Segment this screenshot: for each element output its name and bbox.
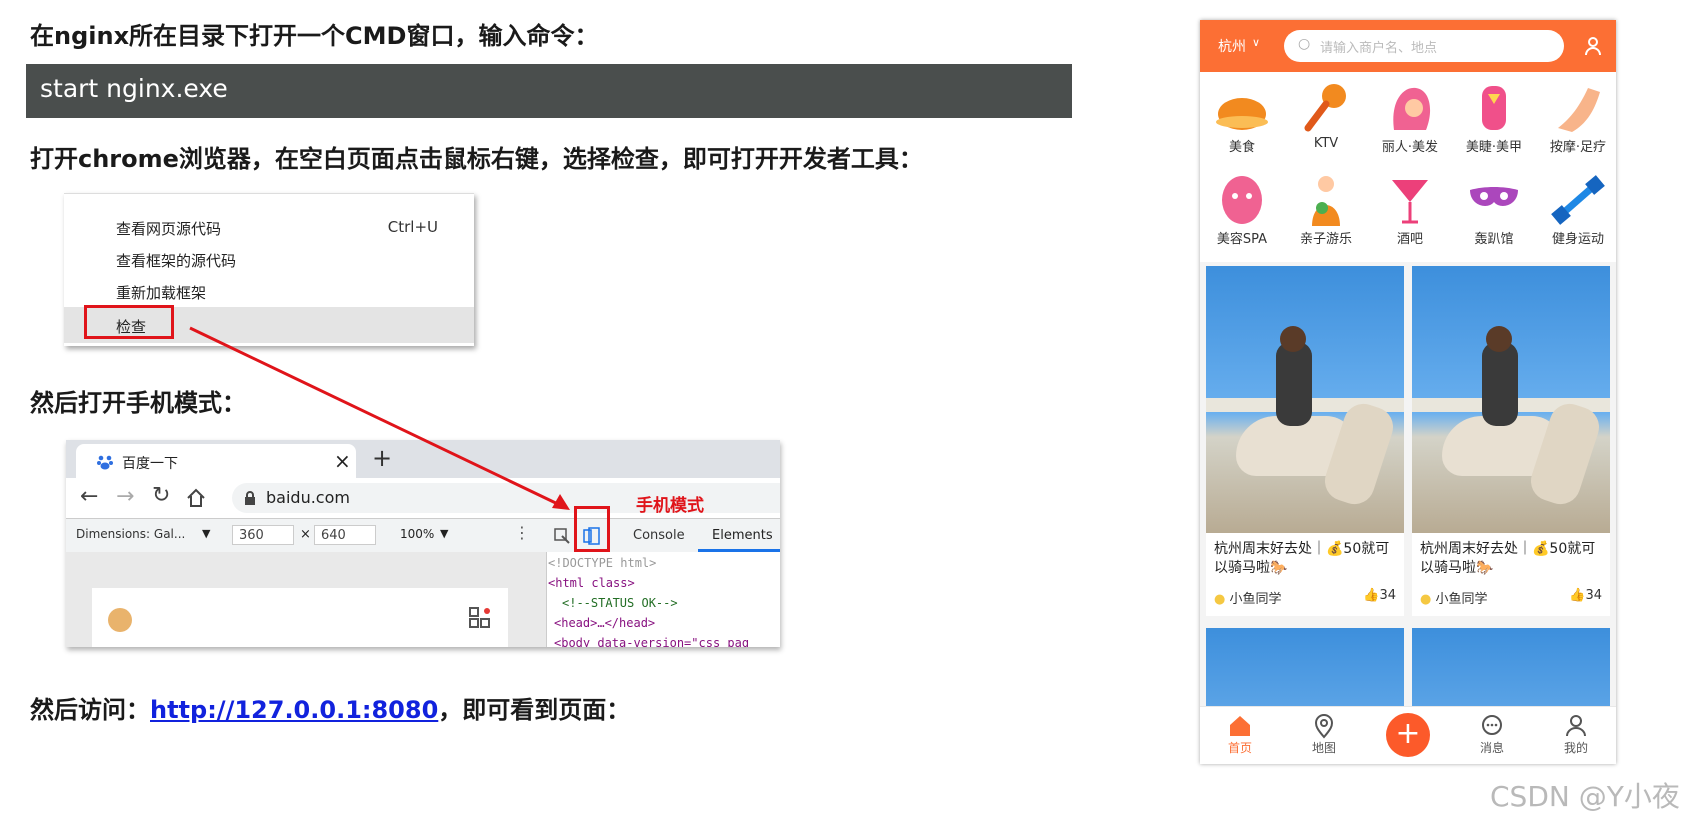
card-image (1412, 266, 1610, 533)
user-icon[interactable] (1584, 36, 1602, 56)
card-image-partial[interactable] (1412, 628, 1610, 706)
nav-label: 首页 (1227, 741, 1252, 755)
home-icon (1230, 716, 1250, 736)
search-placeholder: 请输入商户名、地点 (1320, 41, 1438, 56)
search-input[interactable]: ○ 请输入商户名、地点 (1284, 30, 1564, 62)
card-image (1206, 266, 1404, 533)
roast-chicken-icon (1216, 98, 1268, 130)
category-nails[interactable]: 美睫·美甲 (1452, 80, 1536, 155)
search-icon: ○ (1298, 36, 1311, 52)
microphone-icon (1304, 84, 1346, 132)
dumbbell-icon (1551, 175, 1605, 225)
author-avatar: ● (1214, 592, 1226, 607)
category-fitness[interactable]: 健身运动 (1536, 172, 1616, 247)
category-label: 美容SPA (1216, 232, 1268, 247)
like-number: 34 (1379, 588, 1396, 603)
category-massage[interactable]: 按摩·足疗 (1536, 80, 1616, 155)
nav-home[interactable]: 首页 (1210, 707, 1270, 756)
category-label: 美睫·美甲 (1465, 140, 1523, 155)
thumb-up-icon: 👍 (1569, 588, 1586, 603)
nav-messages[interactable]: 消息 (1462, 707, 1522, 756)
like-count[interactable]: 👍34 (1569, 588, 1602, 603)
chevron-down-icon: ∨ (1252, 36, 1261, 49)
category-ktv[interactable]: KTV (1284, 80, 1368, 151)
step4-suffix: ，即可看到页面： (438, 696, 631, 724)
category-beauty-hair[interactable]: 丽人·美发 (1368, 80, 1452, 155)
blog-card[interactable]: 杭州周末好去处｜💰50就可以骑马啦🐎 ● 小鱼同学 👍34 (1412, 266, 1610, 616)
category-label: 按摩·足疗 (1549, 140, 1607, 155)
watermark: CSDN @Y小夜 (1490, 780, 1680, 813)
bottom-nav: 首页 地图 + 消息 我的 (1200, 706, 1616, 764)
card-title: 杭州周末好去处｜💰50就可以骑马啦🐎 (1214, 541, 1390, 576)
nail-icon (1482, 86, 1506, 130)
map-pin-icon (1314, 714, 1334, 739)
nav-label: 我的 (1563, 741, 1588, 755)
chat-icon (1482, 715, 1502, 735)
thumb-up-icon: 👍 (1363, 588, 1380, 603)
category-label: 亲子游乐 (1299, 232, 1352, 247)
nav-map[interactable]: 地图 (1294, 707, 1354, 756)
card-image-partial[interactable] (1206, 628, 1404, 706)
nav-label: 地图 (1311, 741, 1336, 755)
category-label: 美食 (1228, 140, 1255, 155)
card-footer: ● 小鱼同学 👍34 (1412, 580, 1610, 616)
card-footer: ● 小鱼同学 👍34 (1206, 580, 1404, 616)
add-post-button[interactable]: + (1386, 713, 1430, 757)
card-author: 小鱼同学 (1229, 592, 1282, 607)
category-label: 丽人·美发 (1381, 140, 1439, 155)
category-label: KTV (1313, 136, 1339, 151)
like-count[interactable]: 👍34 (1363, 588, 1396, 603)
party-mask-icon (1470, 187, 1518, 206)
city-selector[interactable]: 杭州 (1218, 36, 1246, 56)
phone-header: 杭州 ∨ ○ 请输入商户名、地点 (1200, 20, 1616, 72)
localhost-link[interactable]: http://127.0.0.1:8080 (150, 696, 438, 724)
phone-preview: 杭州 ∨ ○ 请输入商户名、地点 美食 KTV 丽人·美发 美睫·美甲 按摩·足… (1200, 20, 1616, 764)
parent-child-icon (1312, 176, 1340, 226)
category-label: 轰趴馆 (1474, 232, 1514, 247)
card-author: 小鱼同学 (1435, 592, 1488, 607)
cocktail-icon (1392, 180, 1428, 224)
user-icon (1566, 715, 1586, 737)
category-spa[interactable]: 美容SPA (1200, 172, 1284, 247)
foot-icon (1558, 88, 1600, 132)
nav-profile[interactable]: 我的 (1546, 707, 1606, 756)
step4-heading: 然后访问：http://127.0.0.1:8080，即可看到页面： (30, 690, 630, 725)
card-title: 杭州周末好去处｜💰50就可以骑马啦🐎 (1420, 541, 1596, 576)
category-food[interactable]: 美食 (1200, 80, 1284, 155)
like-number: 34 (1585, 588, 1602, 603)
category-label: 酒吧 (1396, 232, 1423, 247)
category-kids[interactable]: 亲子游乐 (1284, 172, 1368, 247)
hair-icon (1393, 87, 1431, 130)
rider-shape (1276, 342, 1312, 426)
category-label: 健身运动 (1551, 232, 1604, 247)
rider-shape (1482, 342, 1518, 426)
category-bar[interactable]: 酒吧 (1368, 172, 1452, 247)
face-mask-icon (1222, 176, 1262, 224)
blog-card[interactable]: 杭州周末好去处｜💰50就可以骑马啦🐎 ● 小鱼同学 👍34 (1206, 266, 1404, 616)
author-avatar: ● (1420, 592, 1432, 607)
nav-label: 消息 (1479, 741, 1504, 755)
step4-prefix: 然后访问： (30, 696, 150, 724)
category-party[interactable]: 轰趴馆 (1452, 172, 1536, 247)
